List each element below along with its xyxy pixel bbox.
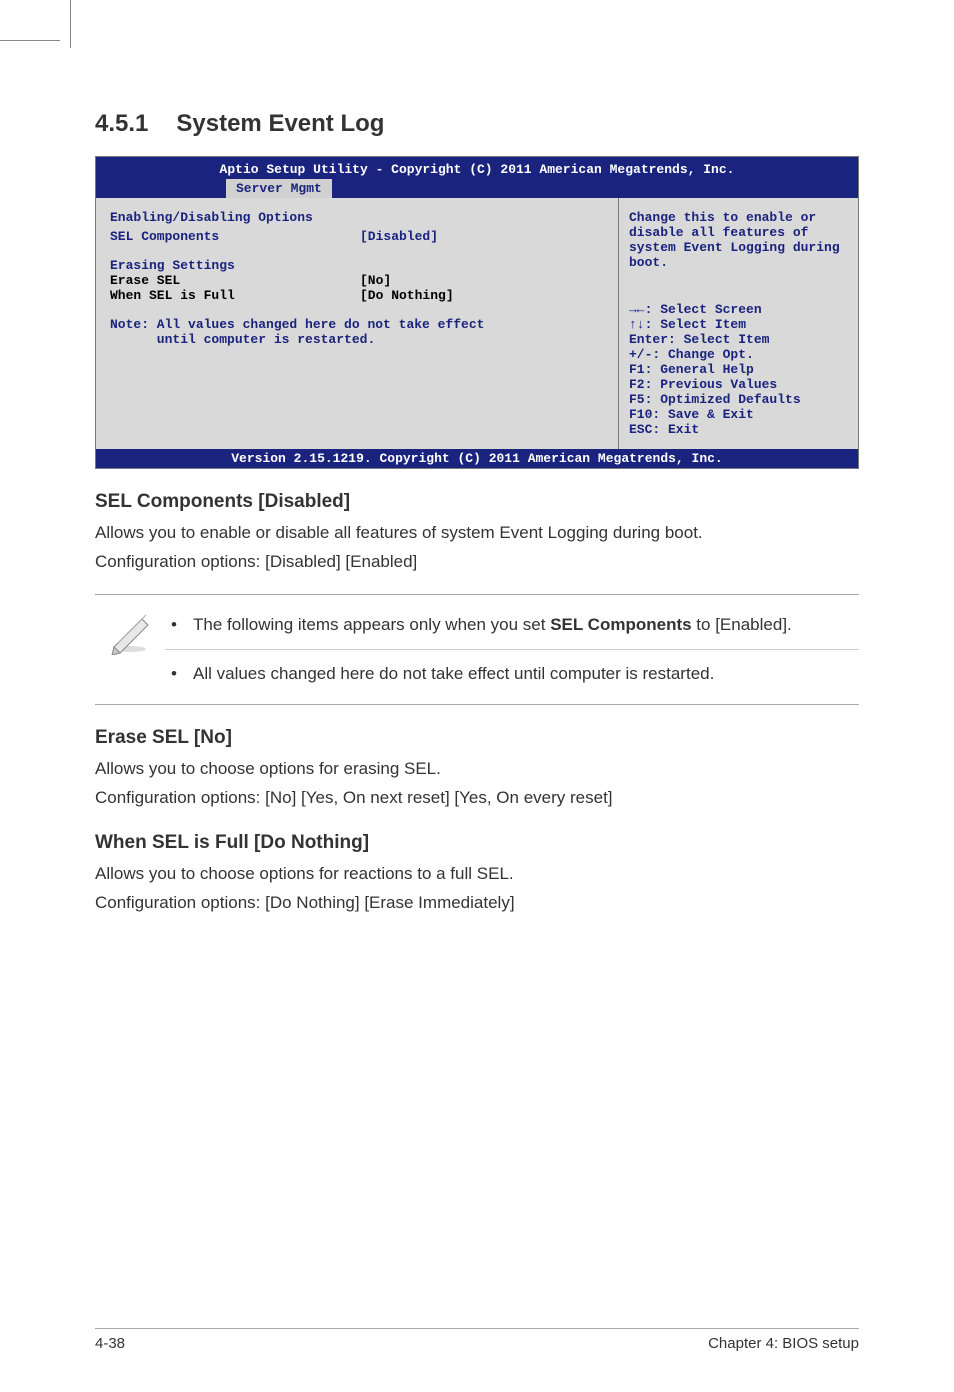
bios-label: When SEL is Full	[110, 288, 360, 303]
bios-value: [No]	[360, 273, 391, 288]
bios-row-when-sel-full: When SEL is Full [Do Nothing]	[110, 288, 604, 303]
bios-header: Aptio Setup Utility - Copyright (C) 2011…	[96, 157, 858, 198]
crop-mark-horizontal	[0, 40, 60, 41]
bios-group-heading: Enabling/Disabling Options	[110, 210, 604, 225]
paragraph: Allows you to enable or disable all feat…	[95, 521, 859, 546]
bios-body: Enabling/Disabling Options SEL Component…	[96, 198, 858, 449]
note-item: The following items appears only when yo…	[165, 607, 859, 643]
subheading-when-sel-full: When SEL is Full [Do Nothing]	[95, 832, 859, 854]
bios-key-line: Enter: Select Item	[629, 332, 848, 347]
bios-left-panel: Enabling/Disabling Options SEL Component…	[96, 198, 618, 449]
chapter-label: Chapter 4: BIOS setup	[708, 1335, 859, 1352]
note-text: The following items appears only when yo…	[193, 615, 550, 634]
page-content: 4.5.1 System Event Log Aptio Setup Utilit…	[0, 0, 954, 959]
page-number: 4-38	[95, 1335, 125, 1352]
bios-note-line: until computer is restarted.	[110, 332, 604, 347]
section-title-text: System Event Log	[176, 110, 384, 137]
note-box: The following items appears only when yo…	[95, 594, 859, 705]
note-strong: SEL Components	[550, 615, 691, 634]
bios-note-line: Note: All values changed here do not tak…	[110, 317, 604, 332]
bios-footer-version: Version 2.15.1219. Copyright (C) 2011 Am…	[96, 449, 858, 468]
bios-label: Erase SEL	[110, 273, 360, 288]
bios-key-line: +/-: Change Opt.	[629, 347, 848, 362]
bios-help-description: Change this to enable or disable all fea…	[629, 210, 848, 270]
bios-value: [Do Nothing]	[360, 288, 454, 303]
bios-key-line: →←: Select Screen	[629, 302, 848, 317]
note-content: The following items appears only when yo…	[165, 607, 859, 692]
bios-key-line: F10: Save & Exit	[629, 407, 848, 422]
paragraph: Allows you to choose options for reactio…	[95, 862, 859, 887]
bios-key-line: F2: Previous Values	[629, 377, 848, 392]
subheading-erase-sel: Erase SEL [No]	[95, 727, 859, 749]
bios-tab-row: Server Mgmt	[96, 179, 858, 198]
bios-label: SEL Components	[110, 229, 360, 244]
bios-key-legend: →←: Select Screen ↑↓: Select Item Enter:…	[629, 302, 848, 437]
bios-tab-server-mgmt: Server Mgmt	[226, 179, 332, 198]
subheading-sel-components: SEL Components [Disabled]	[95, 491, 859, 513]
page-footer: 4-38 Chapter 4: BIOS setup	[95, 1328, 859, 1352]
crop-mark-vertical	[70, 0, 71, 48]
note-divider	[165, 649, 859, 650]
pencil-icon	[95, 607, 165, 692]
bios-value: [Disabled]	[360, 229, 438, 244]
bios-row-sel-components: SEL Components [Disabled]	[110, 229, 604, 244]
bios-key-line: F5: Optimized Defaults	[629, 392, 848, 407]
section-heading: 4.5.1 System Event Log	[95, 110, 859, 138]
paragraph: Configuration options: [No] [Yes, On nex…	[95, 786, 859, 811]
section-number: 4.5.1	[95, 110, 148, 138]
bios-key-line: F1: General Help	[629, 362, 848, 377]
paragraph: Configuration options: [Do Nothing] [Era…	[95, 891, 859, 916]
bios-group-heading: Erasing Settings	[110, 258, 604, 273]
bios-header-title: Aptio Setup Utility - Copyright (C) 2011…	[96, 160, 858, 179]
bios-key-line: ESC: Exit	[629, 422, 848, 437]
paragraph: Configuration options: [Disabled] [Enabl…	[95, 550, 859, 575]
bios-key-line: ↑↓: Select Item	[629, 317, 848, 332]
bios-right-panel: Change this to enable or disable all fea…	[618, 198, 858, 449]
bios-screenshot: Aptio Setup Utility - Copyright (C) 2011…	[95, 156, 859, 469]
note-item: All values changed here do not take effe…	[165, 656, 859, 692]
bios-row-erase-sel: Erase SEL [No]	[110, 273, 604, 288]
note-text: to [Enabled].	[692, 615, 792, 634]
paragraph: Allows you to choose options for erasing…	[95, 757, 859, 782]
